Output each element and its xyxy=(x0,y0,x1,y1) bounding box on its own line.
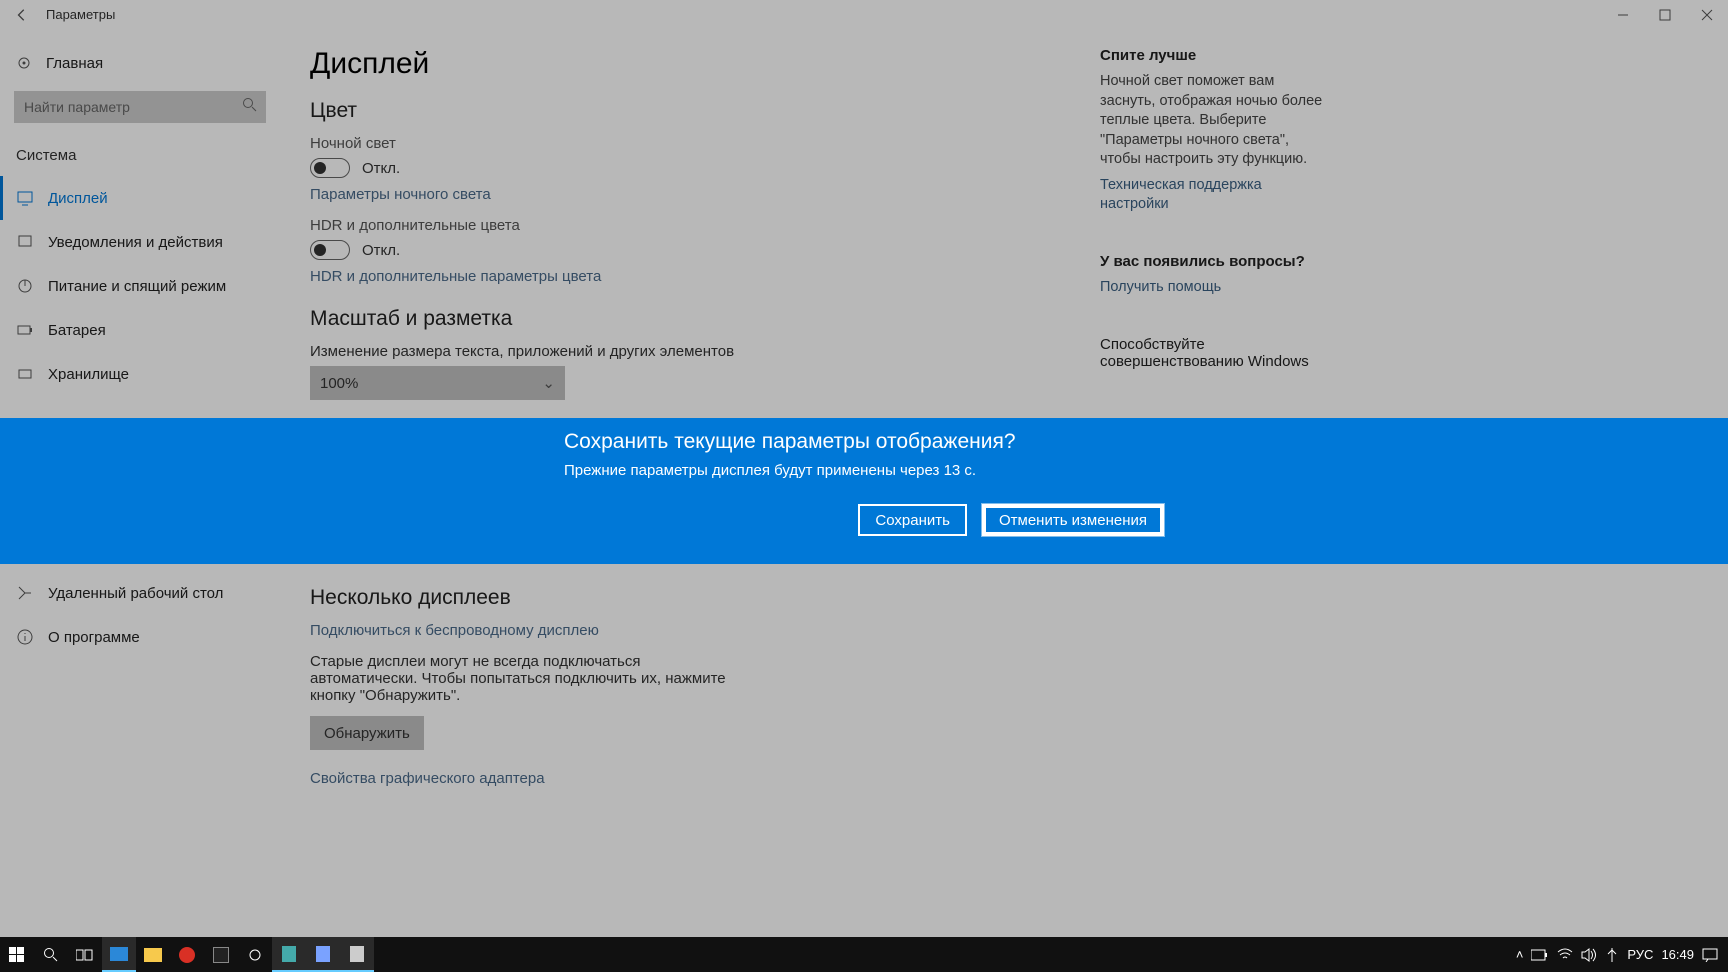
night-light-settings-link[interactable]: Параметры ночного света xyxy=(310,186,1070,203)
page-title: Дисплей xyxy=(310,47,1070,81)
category-header: Система xyxy=(0,137,280,176)
system-tray[interactable]: ˄ РУС 16:49 xyxy=(1516,947,1728,963)
section-multi: Несколько дисплеев xyxy=(310,586,1070,610)
nav-label: Удаленный рабочий стол xyxy=(48,585,223,602)
night-light-label: Ночной свет xyxy=(310,135,1070,152)
minimize-button[interactable] xyxy=(1602,0,1644,29)
sleep-better-header: Спите лучше xyxy=(1100,47,1325,64)
improve-header: Способствуйтесовершенствованию Windows xyxy=(1100,336,1325,370)
sidebar-item-power[interactable]: Питание и спящий режим xyxy=(0,264,280,308)
save-button[interactable]: Сохранить xyxy=(858,504,967,536)
taskbar: ˄ РУС 16:49 xyxy=(0,937,1728,972)
maximize-button[interactable] xyxy=(1644,0,1686,29)
search-input[interactable] xyxy=(14,91,266,123)
taskbar-settings[interactable] xyxy=(238,937,272,972)
sleep-text: Ночной свет поможет вам заснуть, отображ… xyxy=(1100,72,1325,170)
start-button[interactable] xyxy=(0,937,34,972)
search-taskbar[interactable] xyxy=(34,937,68,972)
notifications-icon xyxy=(16,233,34,251)
taskbar-explorer[interactable] xyxy=(136,937,170,972)
tray-volume-icon[interactable] xyxy=(1581,948,1597,962)
taskbar-app-5[interactable] xyxy=(340,937,374,972)
confirm-display-dialog: Сохранить текущие параметры отображения?… xyxy=(0,418,1728,564)
section-color: Цвет xyxy=(310,99,1070,123)
window-title: Параметры xyxy=(46,7,115,22)
nav-label: Питание и спящий режим xyxy=(48,278,226,295)
tech-support-link[interactable]: Техническая поддержка настройки xyxy=(1100,176,1325,215)
dialog-title: Сохранить текущие параметры отображения? xyxy=(564,430,1164,454)
nav-label: Хранилище xyxy=(48,366,129,383)
hdr-state: Откл. xyxy=(362,242,400,259)
taskbar-app-2[interactable] xyxy=(204,937,238,972)
sidebar-item-storage[interactable]: Хранилище xyxy=(0,352,280,396)
search-icon xyxy=(242,97,258,113)
tray-lang[interactable]: РУС xyxy=(1627,947,1653,962)
remote-icon xyxy=(16,584,34,602)
connect-wireless-link[interactable]: Подключиться к беспроводному дисплею xyxy=(310,622,1070,639)
arrow-left-icon xyxy=(15,8,29,22)
info-icon xyxy=(16,628,34,646)
tray-chevron-icon[interactable]: ˄ xyxy=(1516,947,1524,962)
search-wrap xyxy=(14,91,266,123)
night-light-state: Откл. xyxy=(362,160,400,177)
sidebar-item-notifications[interactable]: Уведомления и действия xyxy=(0,220,280,264)
storage-icon xyxy=(16,365,34,383)
tray-usb-icon[interactable] xyxy=(1605,947,1619,963)
hdr-label: HDR и дополнительные цвета xyxy=(310,217,1070,234)
titlebar: Параметры xyxy=(0,0,1728,29)
nav-label: Уведомления и действия xyxy=(48,234,223,251)
chevron-down-icon: ⌄ xyxy=(542,374,555,392)
window-controls xyxy=(1602,0,1728,29)
display-icon xyxy=(16,189,34,207)
nav-label: Дисплей xyxy=(48,190,108,207)
home-nav[interactable]: Главная xyxy=(0,41,280,85)
section-scale: Масштаб и разметка xyxy=(310,307,1070,331)
tray-wifi-icon[interactable] xyxy=(1557,948,1573,962)
home-label: Главная xyxy=(46,55,103,72)
scale-label: Изменение размера текста, приложений и д… xyxy=(310,343,1070,360)
sidebar-item-battery[interactable]: Батарея xyxy=(0,308,280,352)
power-icon xyxy=(16,277,34,295)
nav-label: Батарея xyxy=(48,322,106,339)
questions-header: У вас появились вопросы? xyxy=(1100,253,1325,270)
battery-icon xyxy=(16,321,34,339)
taskbar-app-3[interactable] xyxy=(272,937,306,972)
detect-button[interactable]: Обнаружить xyxy=(310,716,424,750)
task-view[interactable] xyxy=(68,937,102,972)
back-button[interactable] xyxy=(8,1,36,29)
scale-value: 100% xyxy=(320,375,358,392)
revert-button[interactable]: Отменить изменения xyxy=(982,504,1164,536)
taskbar-app-1[interactable] xyxy=(102,937,136,972)
sidebar-item-display[interactable]: Дисплей xyxy=(0,176,280,220)
hdr-toggle[interactable] xyxy=(310,240,350,260)
taskbar-app-4[interactable] xyxy=(306,937,340,972)
scale-dropdown[interactable]: 100% ⌄ xyxy=(310,366,565,400)
close-button[interactable] xyxy=(1686,0,1728,29)
gpu-properties-link[interactable]: Свойства графического адаптера xyxy=(310,770,1070,787)
night-light-toggle[interactable] xyxy=(310,158,350,178)
get-help-link[interactable]: Получить помощь xyxy=(1100,278,1325,298)
dialog-message: Прежние параметры дисплея будут применен… xyxy=(564,462,1164,479)
sidebar-item-about[interactable]: О программе xyxy=(0,615,280,659)
gear-icon xyxy=(16,55,32,71)
nav-label: О программе xyxy=(48,629,140,646)
hdr-settings-link[interactable]: HDR и дополнительные параметры цвета xyxy=(310,268,1070,285)
tray-time[interactable]: 16:49 xyxy=(1661,947,1694,962)
tray-battery-icon[interactable] xyxy=(1531,949,1549,961)
tray-action-center-icon[interactable] xyxy=(1702,948,1718,962)
old-displays-text: Старые дисплеи могут не всегда подключат… xyxy=(310,653,750,704)
sidebar-item-remote-desktop[interactable]: Удаленный рабочий стол xyxy=(0,571,280,615)
taskbar-opera[interactable] xyxy=(170,937,204,972)
